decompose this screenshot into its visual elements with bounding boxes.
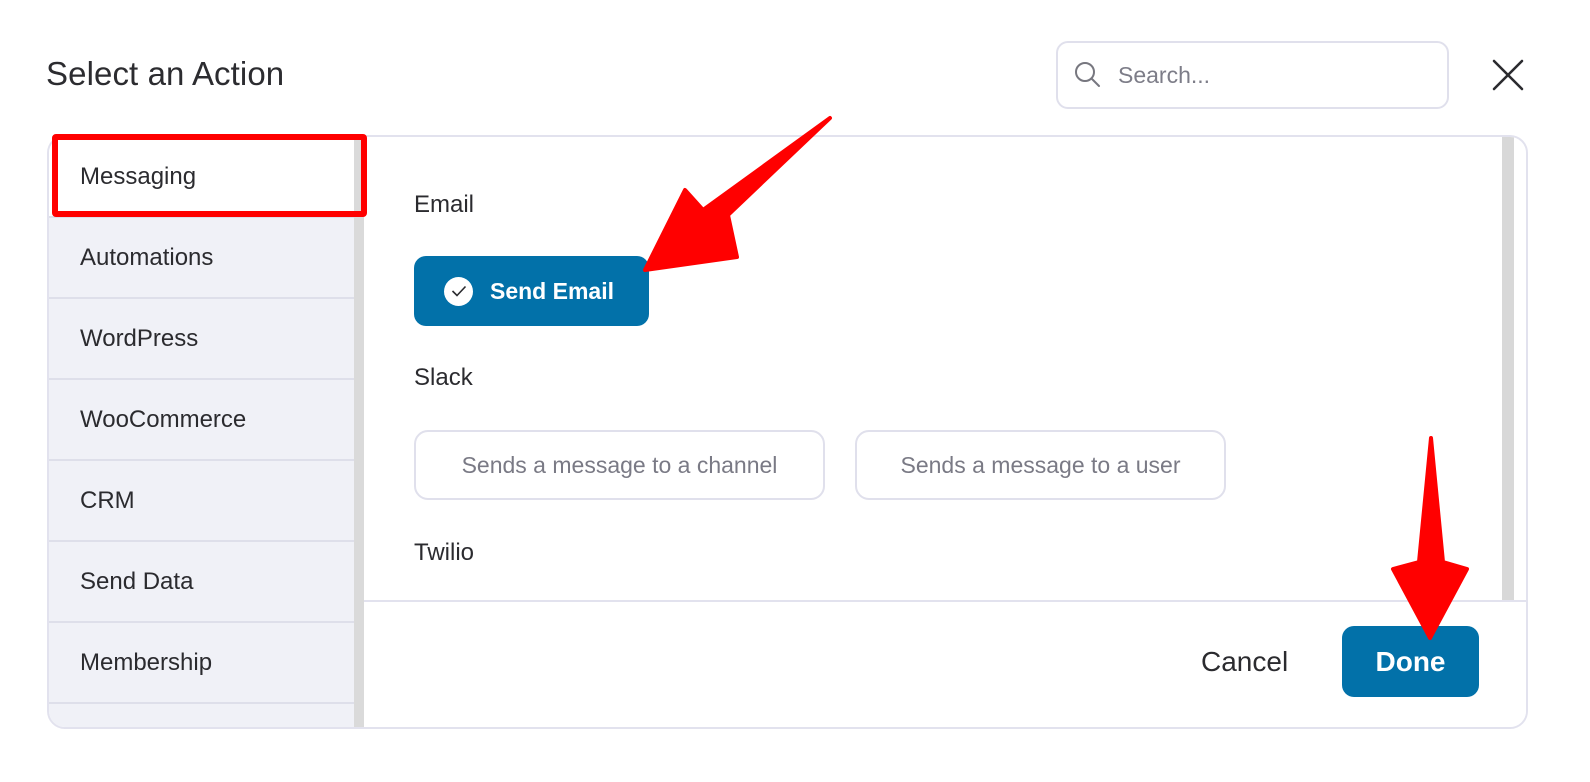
sidebar-item-label: Membership xyxy=(80,648,213,676)
cancel-button[interactable]: Cancel xyxy=(1201,646,1288,678)
sidebar-item-send-data[interactable]: Send Data xyxy=(49,542,354,623)
group-label-twilio: Twilio xyxy=(414,539,475,566)
dialog-footer: Cancel Done xyxy=(364,600,1526,727)
sidebar-item-label: Automations xyxy=(80,243,214,271)
sidebar-item-woocommerce[interactable]: WooCommerce xyxy=(49,380,354,461)
search-box[interactable] xyxy=(1056,41,1449,109)
content-scrollbar[interactable] xyxy=(1502,137,1514,600)
search-icon xyxy=(1075,62,1100,87)
sidebar-item-label: CRM xyxy=(80,486,135,514)
slack-user-message-button[interactable]: Sends a message to a user xyxy=(855,430,1226,500)
sidebar-item-label: WordPress xyxy=(80,324,199,352)
sidebar-item-wordpress[interactable]: WordPress xyxy=(49,299,354,380)
sidebar-item-automations[interactable]: Automations xyxy=(49,218,354,299)
sidebar-scrollbar[interactable] xyxy=(354,137,364,727)
action-panel: Messaging Automations WordPress WooComme… xyxy=(47,135,1528,729)
sidebar-item-label: Messaging xyxy=(80,162,197,190)
slack-channel-message-button[interactable]: Sends a message to a channel xyxy=(414,430,825,500)
category-sidebar: Messaging Automations WordPress WooComme… xyxy=(49,137,354,727)
sidebar-item-label: Send Data xyxy=(80,567,194,595)
done-button[interactable]: Done xyxy=(1342,626,1479,697)
group-label-email: Email xyxy=(414,191,475,218)
sidebar-item-label: WooCommerce xyxy=(80,405,247,433)
actions-content: Email Send Email Slack Sends a message t… xyxy=(364,137,1514,600)
group-label-slack: Slack xyxy=(414,364,473,391)
close-icon[interactable] xyxy=(1490,57,1526,93)
dialog-title: Select an Action xyxy=(46,55,285,92)
check-circle-icon xyxy=(444,276,473,306)
send-email-button[interactable]: Send Email xyxy=(414,256,649,326)
search-input[interactable] xyxy=(1118,61,1438,89)
sidebar-item-messaging[interactable]: Messaging xyxy=(49,137,354,218)
slack-user-label: Sends a message to a user xyxy=(900,451,1181,478)
send-email-label: Send Email xyxy=(490,277,614,304)
slack-channel-label: Sends a message to a channel xyxy=(461,451,778,478)
sidebar-item-membership[interactable]: Membership xyxy=(49,623,354,704)
sidebar-item-crm[interactable]: CRM xyxy=(49,461,354,542)
